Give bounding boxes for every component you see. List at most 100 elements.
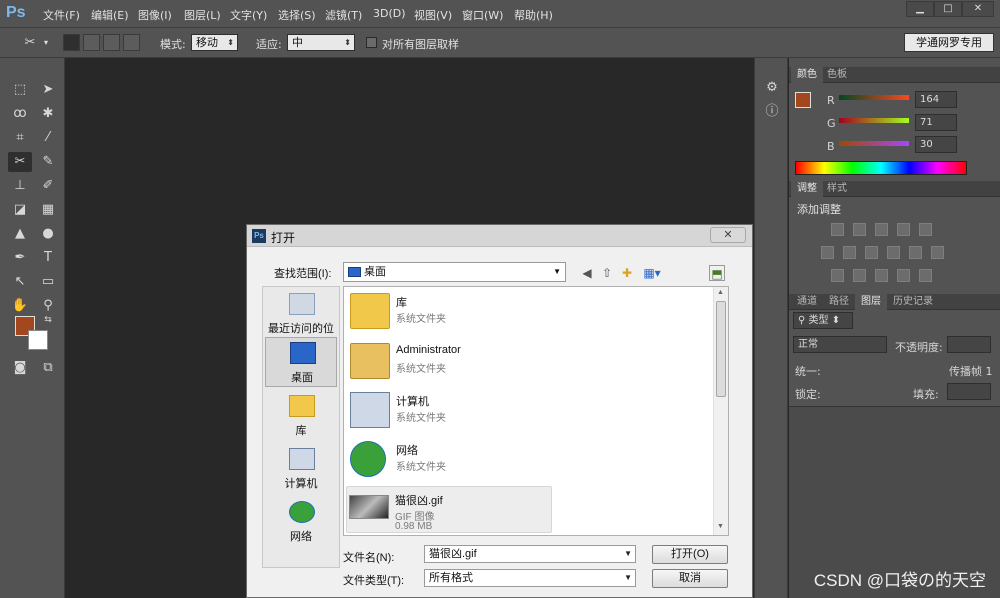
menu-help[interactable]: 帮助(H) [514, 7, 553, 23]
brush-tool-icon[interactable]: ✎ [36, 152, 60, 172]
content-aware-move-icon[interactable]: ✂ [18, 33, 42, 53]
subtract-selection-mode-button[interactable] [103, 34, 120, 51]
channel-b-input[interactable]: 30 [915, 136, 957, 153]
history-brush-tool-icon[interactable]: ✐ [36, 176, 60, 196]
menu-window[interactable]: 窗口(W) [462, 7, 503, 23]
eraser-tool-icon[interactable]: ◪ [8, 200, 32, 220]
blend-mode-select[interactable]: 正常 [793, 336, 887, 353]
color-spectrum-ramp[interactable] [795, 161, 967, 175]
place-network[interactable]: 网络 [265, 497, 337, 547]
mode-select[interactable]: 移动 ⬍ [191, 34, 238, 51]
menu-view[interactable]: 视图(V) [414, 7, 452, 23]
pen-tool-icon[interactable]: ✒ [8, 248, 32, 268]
new-selection-mode-button[interactable] [63, 34, 80, 51]
preview-toggle-icon[interactable]: ⬒ [709, 265, 725, 281]
view-menu-icon[interactable]: ▦▾ [641, 265, 663, 281]
exposure-icon[interactable] [897, 223, 910, 236]
close-window-button[interactable]: ✕ [962, 1, 994, 17]
menu-file[interactable]: 文件(F) [43, 7, 80, 23]
list-item[interactable]: 网络 系统文件夹 [348, 437, 568, 483]
color-sampler-icon[interactable]: ⚙ [760, 78, 784, 98]
tab-adjustments[interactable]: 调整 [791, 181, 823, 197]
hue-saturation-icon[interactable] [821, 246, 834, 259]
gradient-map-icon[interactable] [919, 269, 932, 282]
menu-select[interactable]: 选择(S) [278, 7, 316, 23]
place-recent[interactable]: 最近访问的位置 [265, 289, 337, 351]
tab-styles[interactable]: 样式 [821, 181, 853, 197]
scroll-thumb[interactable] [716, 301, 726, 397]
fill-input[interactable] [947, 383, 991, 400]
filetype-select[interactable]: 所有格式 ▼ [424, 569, 636, 587]
screen-mode-icon[interactable]: ⧉ [36, 358, 60, 378]
eyedropper-tool-icon[interactable]: ⁄ [36, 128, 60, 148]
tab-color[interactable]: 颜色 [791, 67, 823, 83]
channel-g-input[interactable]: 71 [915, 114, 957, 131]
photo-filter-icon[interactable] [887, 246, 900, 259]
cancel-button[interactable]: 取消 [652, 569, 728, 588]
channel-r-slider[interactable] [839, 95, 909, 100]
threshold-icon[interactable] [875, 269, 888, 282]
clone-stamp-tool-icon[interactable]: ⊥ [8, 176, 32, 196]
selective-color-icon[interactable] [897, 269, 910, 282]
list-item[interactable]: Administrator 系统文件夹 [348, 339, 568, 385]
dialog-close-button[interactable]: ✕ [710, 227, 746, 243]
open-button[interactable]: 打开(O) [652, 545, 728, 564]
sample-all-layers-checkbox[interactable] [366, 37, 377, 48]
scroll-up-icon[interactable]: ▲ [717, 289, 724, 296]
up-folder-icon[interactable]: ⇧ [599, 265, 615, 281]
blur-tool-icon[interactable]: ▲ [8, 224, 32, 244]
tab-swatches[interactable]: 色板 [821, 67, 853, 83]
rectangle-tool-icon[interactable]: ▭ [36, 272, 60, 292]
swap-colors-icon[interactable]: ⇆ [36, 310, 60, 330]
marquee-tool-icon[interactable]: ⬚ [8, 80, 32, 100]
lasso-tool-icon[interactable]: ꝏ [8, 104, 32, 124]
channel-mixer-icon[interactable] [909, 246, 922, 259]
tab-paths[interactable]: 路径 [823, 294, 855, 310]
list-item[interactable]: 计算机 系统文件夹 [348, 388, 568, 434]
black-white-icon[interactable] [865, 246, 878, 259]
place-libraries[interactable]: 库 [265, 391, 337, 441]
path-selection-tool-icon[interactable]: ↖ [8, 272, 32, 292]
add-selection-mode-button[interactable] [83, 34, 100, 51]
tab-channels[interactable]: 通道 [791, 294, 823, 310]
crop-tool-icon[interactable]: ⌗ [8, 128, 32, 148]
vibrance-icon[interactable] [919, 223, 932, 236]
minimize-button[interactable]: ▁ [906, 1, 934, 17]
color-balance-icon[interactable] [843, 246, 856, 259]
quick-mask-icon[interactable]: ◙ [8, 358, 32, 378]
menu-3d[interactable]: 3D(D) [373, 7, 406, 20]
place-desktop[interactable]: 桌面 [265, 337, 337, 387]
invert-icon[interactable] [831, 269, 844, 282]
posterize-icon[interactable] [853, 269, 866, 282]
workspace-switcher-button[interactable]: 学通网罗专用 [904, 33, 994, 52]
scroll-down-icon[interactable]: ▼ [717, 523, 724, 530]
file-list-scrollbar[interactable]: ▲ ▼ [713, 287, 728, 535]
curves-icon[interactable] [875, 223, 888, 236]
list-item[interactable]: 猫很凶.gif GIF 图像 0.98 MB [346, 486, 552, 533]
tool-preset-chevron-icon[interactable]: ▾ [44, 38, 48, 47]
adapt-select[interactable]: 中 ⬍ [287, 34, 355, 51]
info-icon[interactable]: ⓘ [760, 102, 784, 122]
filename-input[interactable]: 猫很凶.gif ▼ [424, 545, 636, 563]
list-item[interactable]: 库 系统文件夹 [348, 289, 568, 335]
intersect-selection-mode-button[interactable] [123, 34, 140, 51]
layer-filter-kind-select[interactable]: ⚲ 类型 ⬍ [793, 312, 853, 329]
tab-history[interactable]: 历史记录 [887, 294, 939, 310]
type-tool-icon[interactable]: T [36, 248, 60, 268]
gradient-tool-icon[interactable]: ▦ [36, 200, 60, 220]
maximize-button[interactable]: □ [934, 1, 962, 17]
channel-r-input[interactable]: 164 [915, 91, 957, 108]
content-aware-move-tool-icon[interactable]: ✂ [8, 152, 32, 172]
menu-layer[interactable]: 图层(L) [184, 7, 221, 23]
brightness-contrast-icon[interactable] [831, 223, 844, 236]
opacity-input[interactable] [947, 336, 991, 353]
look-in-select[interactable]: 桌面 ▼ [343, 262, 566, 282]
color-lookup-icon[interactable] [931, 246, 944, 259]
channel-b-slider[interactable] [839, 141, 909, 146]
background-color-swatch[interactable] [28, 330, 48, 350]
tab-layers[interactable]: 图层 [855, 294, 887, 310]
menu-type[interactable]: 文字(Y) [230, 7, 267, 23]
magic-wand-tool-icon[interactable]: ✱ [36, 104, 60, 124]
place-computer[interactable]: 计算机 [265, 444, 337, 494]
menu-image[interactable]: 图像(I) [138, 7, 172, 23]
